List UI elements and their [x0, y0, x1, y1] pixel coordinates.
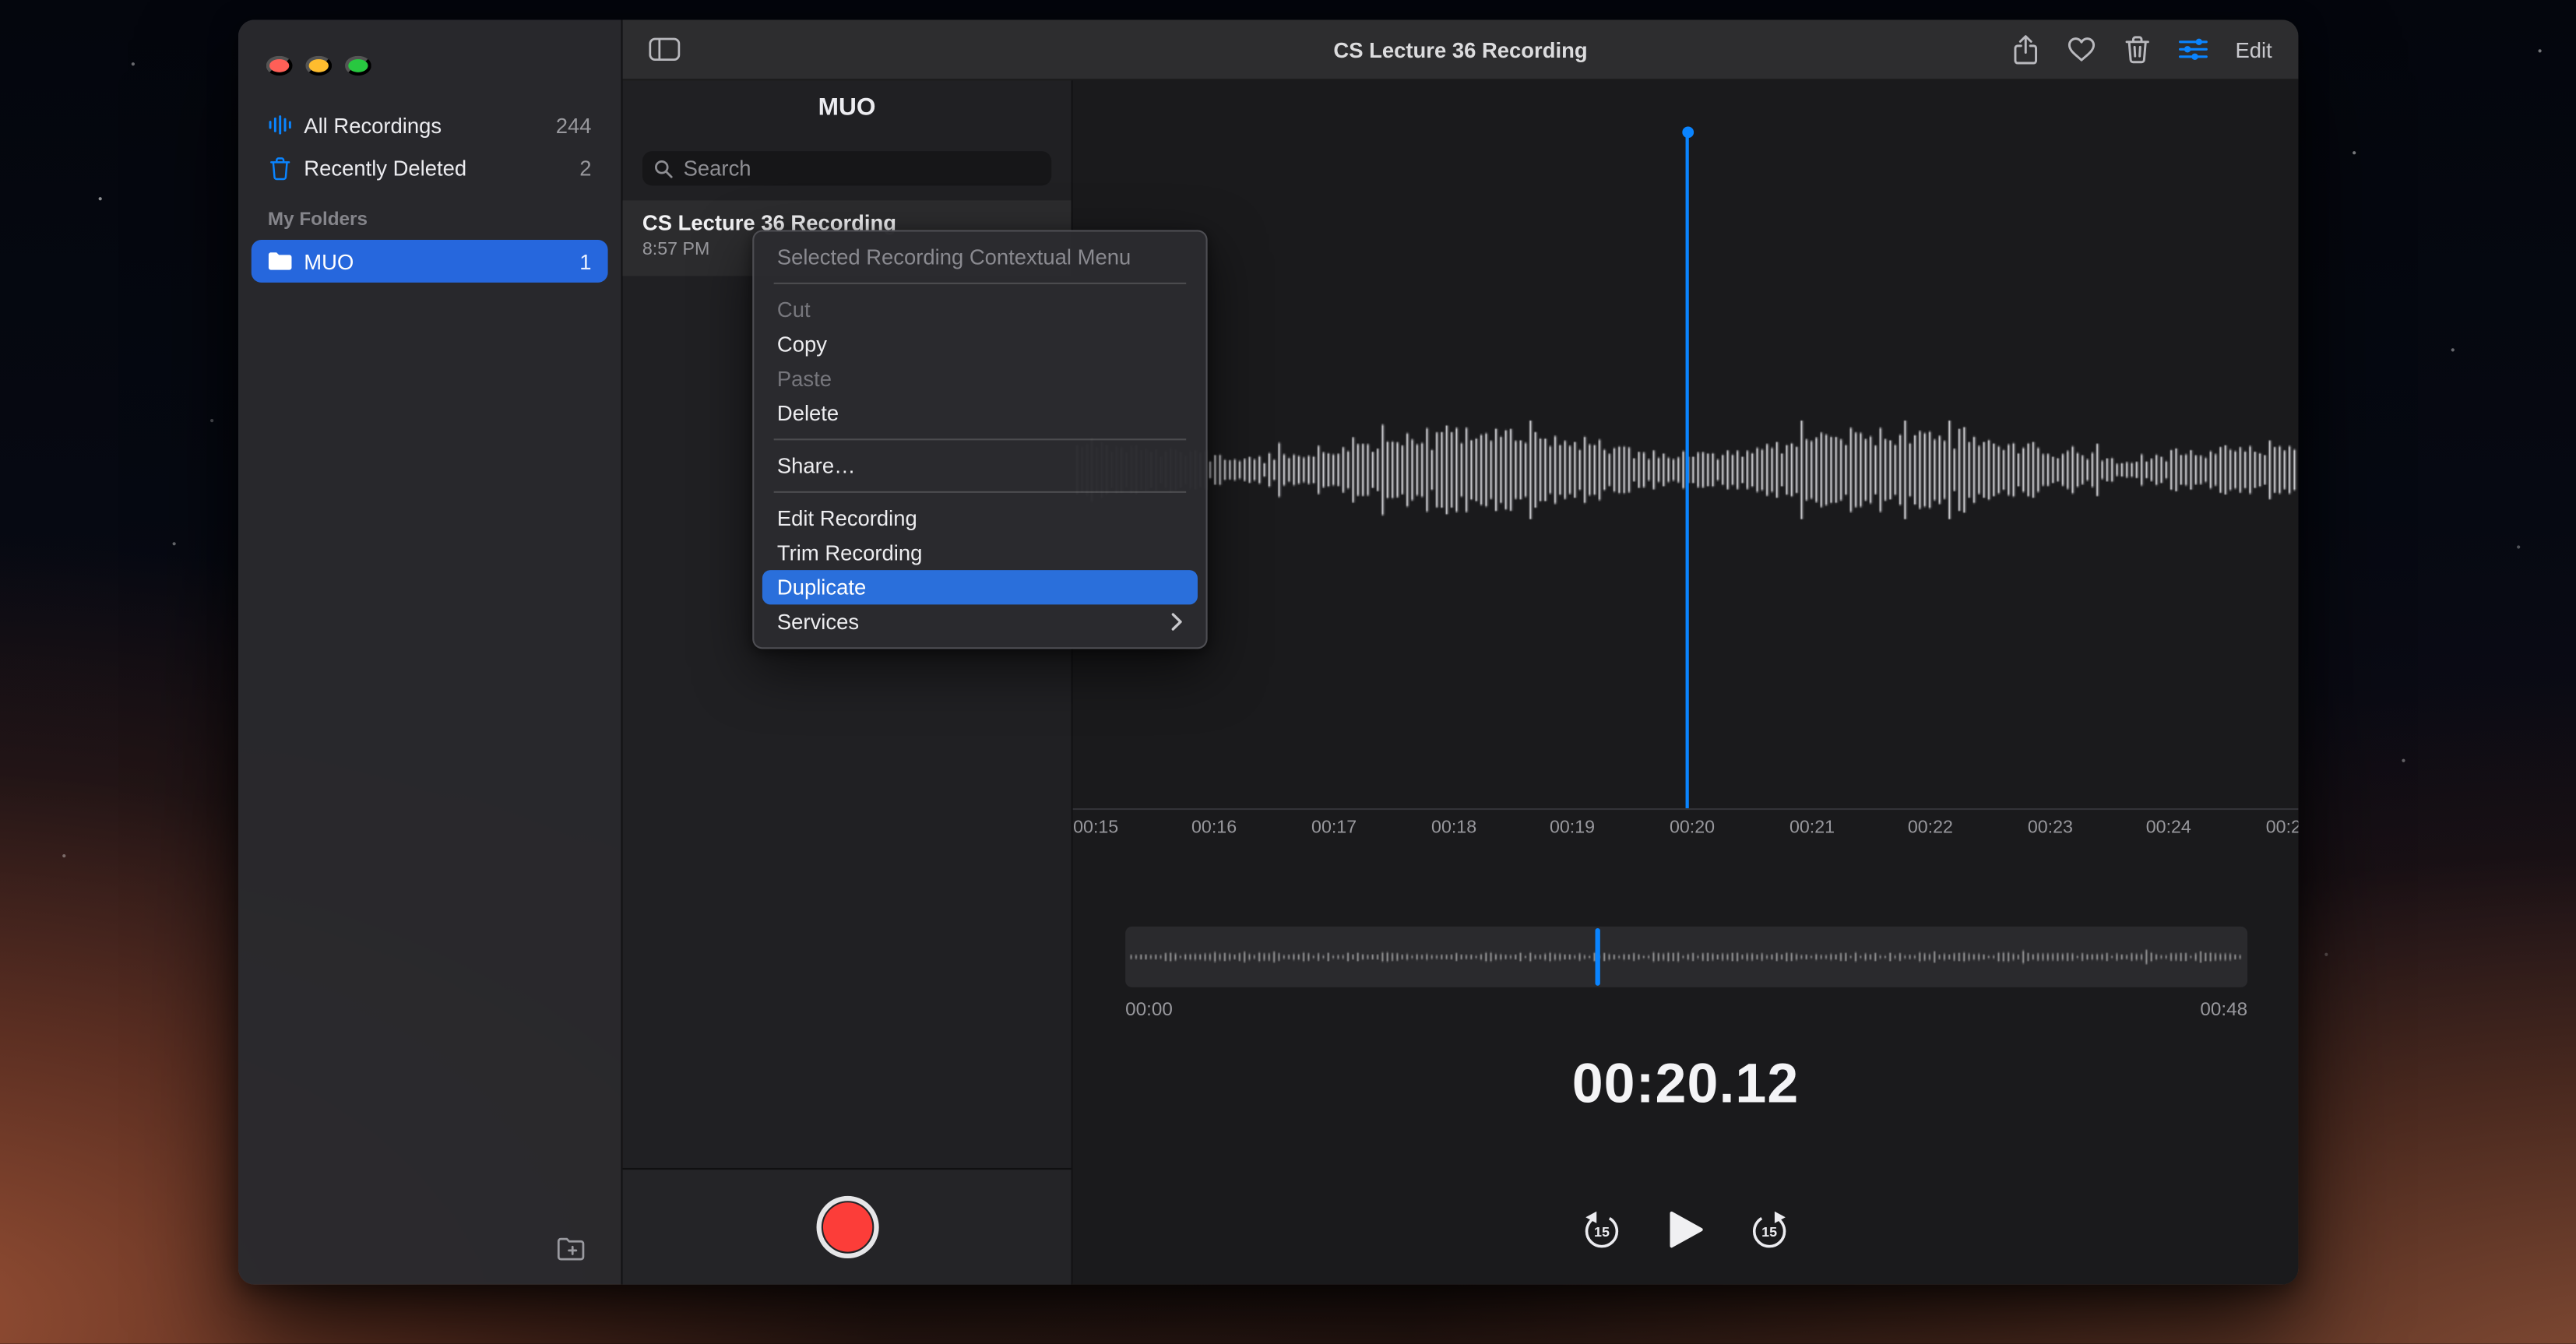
star-field — [0, 0, 3, 3]
sidebar-item-count: 244 — [556, 113, 592, 138]
traffic-lights — [238, 19, 621, 76]
heart-icon — [2066, 36, 2096, 62]
record-strip — [623, 1168, 1072, 1285]
timeline-label: 00:19 — [1550, 818, 1595, 838]
menu-separator — [774, 283, 1187, 284]
overview-scrubber[interactable] — [1125, 927, 2247, 987]
voice-memos-window: All Recordings 244 Recently Deleted 2 My… — [238, 19, 2299, 1284]
sidebar-item-label: All Recordings — [304, 113, 442, 138]
menu-item-edit-recording[interactable]: Edit Recording — [762, 501, 1198, 535]
sidebar-item-label: Recently Deleted — [304, 155, 466, 180]
ruler-divider — [1073, 808, 2299, 810]
close-button[interactable] — [266, 56, 293, 76]
timeline-label: 00:15 — [1073, 818, 1118, 838]
timeline-label: 00:24 — [2146, 818, 2191, 838]
play-button[interactable] — [1666, 1208, 1705, 1252]
context-menu: Selected Recording Contextual Menu Cut C… — [752, 230, 1207, 649]
skip-forward-15-icon: 15 — [1748, 1209, 1791, 1251]
timeline-ruler: 00:15 00:16 00:17 00:18 00:19 00:20 00:2… — [1073, 818, 2299, 842]
favorite-button[interactable] — [2066, 36, 2096, 62]
scrubber-start-time: 00:00 — [1125, 1001, 1173, 1020]
trash-icon — [2124, 34, 2150, 64]
timeline-label: 00:16 — [1191, 818, 1237, 838]
scrubber-times: 00:00 00:48 — [1125, 1001, 2247, 1020]
timeline-label: 00:23 — [2028, 818, 2073, 838]
transport-controls: 15 15 — [1073, 1208, 2299, 1252]
sidebar-list: All Recordings 244 Recently Deleted 2 — [238, 104, 621, 189]
search-field[interactable] — [642, 151, 1051, 185]
sidebar-item-folder-muo[interactable]: MUO 1 — [252, 240, 608, 283]
svg-text:15: 15 — [1594, 1223, 1610, 1239]
skip-back-15-icon: 15 — [1581, 1209, 1624, 1251]
edit-button[interactable]: Edit — [2235, 37, 2272, 62]
playback-settings-icon — [2178, 38, 2208, 62]
menu-item-copy[interactable]: Copy — [762, 327, 1198, 361]
sidebar-item-all-recordings[interactable]: All Recordings 244 — [252, 104, 608, 146]
mini-waveform-canvas — [1125, 927, 2247, 987]
menu-item-duplicate[interactable]: Duplicate — [762, 570, 1198, 604]
sidebar-section-label: My Folders — [268, 210, 592, 230]
menu-item-trim-recording[interactable]: Trim Recording — [762, 536, 1198, 570]
zoom-button[interactable] — [345, 56, 371, 76]
titlebar: CS Lecture 36 Recording Edit — [623, 19, 2299, 80]
record-button[interactable] — [815, 1196, 878, 1258]
play-icon — [1666, 1208, 1705, 1252]
waveform-icon — [268, 115, 304, 135]
sidebar: All Recordings 244 Recently Deleted 2 My… — [238, 19, 623, 1284]
scrubber-playhead[interactable] — [1596, 928, 1600, 986]
folder-icon — [268, 252, 304, 271]
menu-item-delete[interactable]: Delete — [762, 396, 1198, 430]
delete-button[interactable] — [2124, 34, 2150, 64]
share-button[interactable] — [2012, 33, 2039, 65]
menu-separator — [774, 491, 1187, 493]
window-body: CS Lecture 36 Recording Edit — [623, 19, 2299, 1284]
sidebar-toggle-icon — [649, 38, 680, 62]
scrubber-end-time: 00:48 — [2200, 1001, 2247, 1020]
playback-settings-button[interactable] — [2178, 38, 2208, 62]
sidebar-toggle-button[interactable] — [646, 34, 684, 64]
folder-header: MUO — [623, 93, 1072, 121]
share-icon — [2012, 33, 2039, 65]
menu-item-services[interactable]: Services — [762, 604, 1198, 639]
menu-item-label: Services — [777, 604, 859, 639]
player-pane: 00:15 00:16 00:17 00:18 00:19 00:20 00:2… — [1073, 80, 2299, 1284]
context-menu-title: Selected Recording Contextual Menu — [762, 240, 1198, 274]
playhead[interactable] — [1686, 132, 1689, 808]
timeline-label: 00:22 — [1908, 818, 1953, 838]
sidebar-item-count: 2 — [579, 155, 591, 180]
sidebar-item-recently-deleted[interactable]: Recently Deleted 2 — [252, 146, 608, 189]
trash-icon — [268, 155, 304, 180]
timeline-label: 00:20 — [1670, 818, 1715, 838]
new-folder-icon — [557, 1237, 588, 1262]
timeline-label: 00:18 — [1431, 818, 1476, 838]
menu-item-paste: Paste — [762, 361, 1198, 396]
timeline-label: 00:21 — [1789, 818, 1835, 838]
svg-text:15: 15 — [1761, 1223, 1777, 1239]
current-time-display: 00:20.12 — [1073, 1053, 2299, 1117]
menu-separator — [774, 438, 1187, 440]
timeline-label: 00:25 — [2266, 818, 2299, 838]
toolbar-actions: Edit — [2012, 33, 2299, 65]
sidebar-item-label: MUO — [304, 249, 354, 274]
menu-item-cut: Cut — [762, 293, 1198, 327]
minimize-button[interactable] — [305, 56, 332, 76]
search-input[interactable] — [680, 154, 1040, 182]
timeline-label: 00:17 — [1311, 818, 1357, 838]
skip-back-button[interactable]: 15 — [1581, 1209, 1624, 1251]
desktop: All Recordings 244 Recently Deleted 2 My… — [0, 0, 2576, 1344]
menu-item-share[interactable]: Share… — [762, 449, 1198, 483]
submenu-chevron-icon — [1171, 613, 1183, 631]
new-folder-button[interactable] — [554, 1233, 592, 1269]
sidebar-item-count: 1 — [579, 249, 591, 274]
search-icon — [654, 159, 674, 178]
skip-forward-button[interactable]: 15 — [1748, 1209, 1791, 1251]
record-icon — [822, 1202, 871, 1251]
